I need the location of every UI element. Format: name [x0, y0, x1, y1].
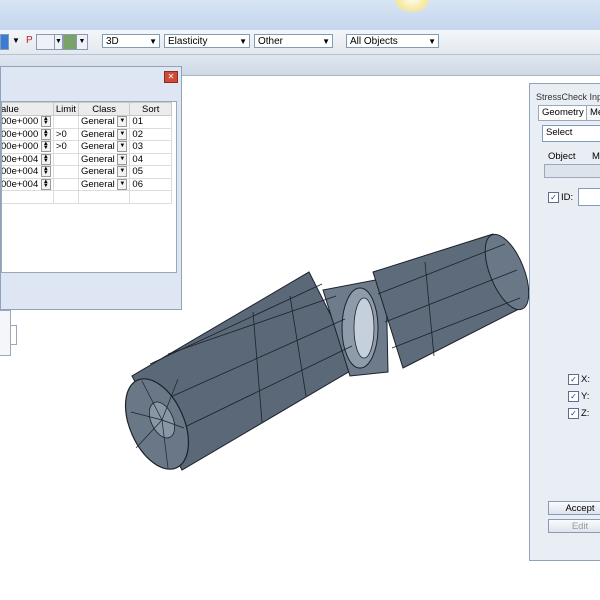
- chevron-down-icon[interactable]: ▼: [117, 178, 128, 190]
- cell-sort[interactable]: 05: [129, 165, 172, 179]
- spinner-icon[interactable]: ▲ ▼: [40, 141, 51, 153]
- cell-limit[interactable]: [52, 177, 79, 191]
- table-row[interactable]: 00e+000 ▲ ▼ General ▼ 01: [2, 115, 172, 129]
- property-table: alue Limit Class Sort 00e+000 ▲ ▼ General…: [1, 101, 177, 273]
- column-header-class[interactable]: Class: [77, 102, 131, 116]
- spinner-icon[interactable]: ▲ ▼: [40, 116, 51, 128]
- main-toolbar: ▼ P ▼ ▼ 3D ▼ Elasticity ▼ Other ▼ All Ob…: [0, 30, 600, 55]
- edit-button[interactable]: Edit: [548, 519, 600, 533]
- close-icon[interactable]: ✕: [164, 71, 178, 83]
- cell-class[interactable]: General: [81, 179, 115, 190]
- cell-class[interactable]: General: [81, 129, 115, 140]
- chevron-down-icon[interactable]: ▼: [117, 166, 128, 178]
- cell-value[interactable]: 00e+004: [2, 179, 38, 190]
- table-row[interactable]: 00e+004 ▲ ▼ General ▼ 05: [2, 165, 172, 179]
- mesh-tool-dropdown[interactable]: ▼: [54, 34, 63, 50]
- z-checkbox[interactable]: ✓: [568, 408, 579, 419]
- toolbar-icon-1[interactable]: [0, 34, 9, 50]
- m-label: M: [592, 151, 600, 162]
- sun-icon: [395, 0, 429, 12]
- cell-limit[interactable]: >0: [52, 140, 79, 154]
- other-value: Other: [258, 36, 284, 47]
- y-label: Y:: [581, 391, 590, 402]
- chevron-down-icon[interactable]: ▼: [117, 153, 128, 165]
- view-mode-value: 3D: [106, 36, 119, 47]
- x-checkbox[interactable]: ✓: [568, 374, 579, 385]
- table-row[interactable]: 00e+000 ▲ ▼ >0 General ▼ 03: [2, 140, 172, 154]
- neck-highlight: [353, 297, 375, 359]
- chevron-down-icon[interactable]: ▼: [117, 116, 128, 128]
- load-tool-button[interactable]: [63, 34, 77, 50]
- chevron-down-icon: ▼: [149, 37, 157, 46]
- dropdown-arrow-icon[interactable]: ▼: [12, 36, 20, 45]
- spinner-icon[interactable]: ▲ ▼: [40, 166, 51, 178]
- cell-limit[interactable]: [52, 165, 79, 179]
- id-label: ID:: [561, 192, 574, 203]
- cell-sort[interactable]: 01: [129, 115, 172, 129]
- chevron-down-icon: ▼: [428, 37, 436, 46]
- dialog-left-edge: [0, 310, 11, 356]
- y-checkbox[interactable]: ✓: [568, 391, 579, 402]
- cell-value[interactable]: 00e+004: [2, 154, 38, 165]
- cell-limit[interactable]: [52, 152, 79, 166]
- object-label: Object: [548, 151, 576, 162]
- cell-limit[interactable]: >0: [52, 127, 79, 141]
- cell-value[interactable]: 00e+004: [2, 166, 38, 177]
- table-row[interactable]: 00e+000 ▲ ▼ >0 General ▼ 02: [2, 127, 172, 141]
- panel-title: StressCheck Input: [536, 92, 600, 102]
- select-value: Select: [546, 127, 573, 138]
- chevron-down-icon: ▼: [239, 37, 247, 46]
- p-label[interactable]: P: [26, 35, 33, 46]
- title-bar: [0, 0, 600, 30]
- object-filter-value: All Objects: [350, 36, 398, 47]
- mesh-tool-button[interactable]: [36, 34, 56, 50]
- other-select[interactable]: Other ▼: [254, 34, 333, 48]
- cell-sort[interactable]: 04: [129, 152, 172, 166]
- spinner-icon[interactable]: ▲ ▼: [40, 153, 51, 165]
- cell-sort[interactable]: 03: [129, 140, 172, 154]
- x-label: X:: [581, 374, 590, 385]
- id-checkbox[interactable]: ✓: [548, 192, 559, 203]
- analysis-type-value: Elasticity: [168, 36, 208, 47]
- select-dropdown[interactable]: Select: [542, 125, 600, 142]
- column-header-value[interactable]: alue: [2, 102, 54, 116]
- load-tool-dropdown[interactable]: ▼: [76, 34, 88, 50]
- accept-button[interactable]: Accept: [548, 501, 600, 515]
- table-row[interactable]: 00e+004 ▲ ▼ General ▼ 06: [2, 177, 172, 191]
- table-row-empty[interactable]: [2, 190, 172, 204]
- cell-class[interactable]: General: [81, 116, 115, 127]
- z-label: Z:: [581, 408, 590, 419]
- cell-sort[interactable]: 06: [129, 177, 172, 191]
- cell-limit[interactable]: [52, 115, 79, 129]
- spinner-icon[interactable]: ▲ ▼: [40, 128, 51, 140]
- column-header-sort[interactable]: Sort: [129, 102, 172, 116]
- cell-value[interactable]: 00e+000: [2, 116, 38, 127]
- table-row[interactable]: 00e+004 ▲ ▼ General ▼ 04: [2, 152, 172, 166]
- chevron-down-icon: ▼: [322, 37, 330, 46]
- tab-geometry[interactable]: Geometry: [538, 105, 588, 121]
- stresscheck-input-panel: StressCheck Input Geometry Me Select Obj…: [529, 83, 600, 561]
- column-header-limit[interactable]: Limit: [52, 102, 79, 116]
- spinner-icon[interactable]: ▲ ▼: [40, 178, 51, 190]
- chevron-down-icon[interactable]: ▼: [117, 128, 128, 140]
- cell-class[interactable]: General: [81, 154, 115, 165]
- cell-value[interactable]: 00e+000: [2, 141, 38, 152]
- cell-class[interactable]: General: [81, 141, 115, 152]
- view-mode-select[interactable]: 3D ▼: [102, 34, 160, 48]
- analysis-type-select[interactable]: Elasticity ▼: [164, 34, 250, 48]
- cell-class[interactable]: General: [81, 166, 115, 177]
- cell-sort[interactable]: 02: [129, 127, 172, 141]
- object-field[interactable]: [544, 164, 600, 178]
- property-table-dialog: ✕ alue Limit Class Sort 00e+000 ▲ ▼ Gener…: [0, 66, 182, 345]
- object-filter-select[interactable]: All Objects ▼: [346, 34, 439, 48]
- id-input[interactable]: [578, 188, 600, 206]
- cell-value[interactable]: 00e+000: [2, 129, 38, 140]
- tab-mesh[interactable]: Me: [586, 105, 600, 121]
- chevron-down-icon[interactable]: ▼: [117, 141, 128, 153]
